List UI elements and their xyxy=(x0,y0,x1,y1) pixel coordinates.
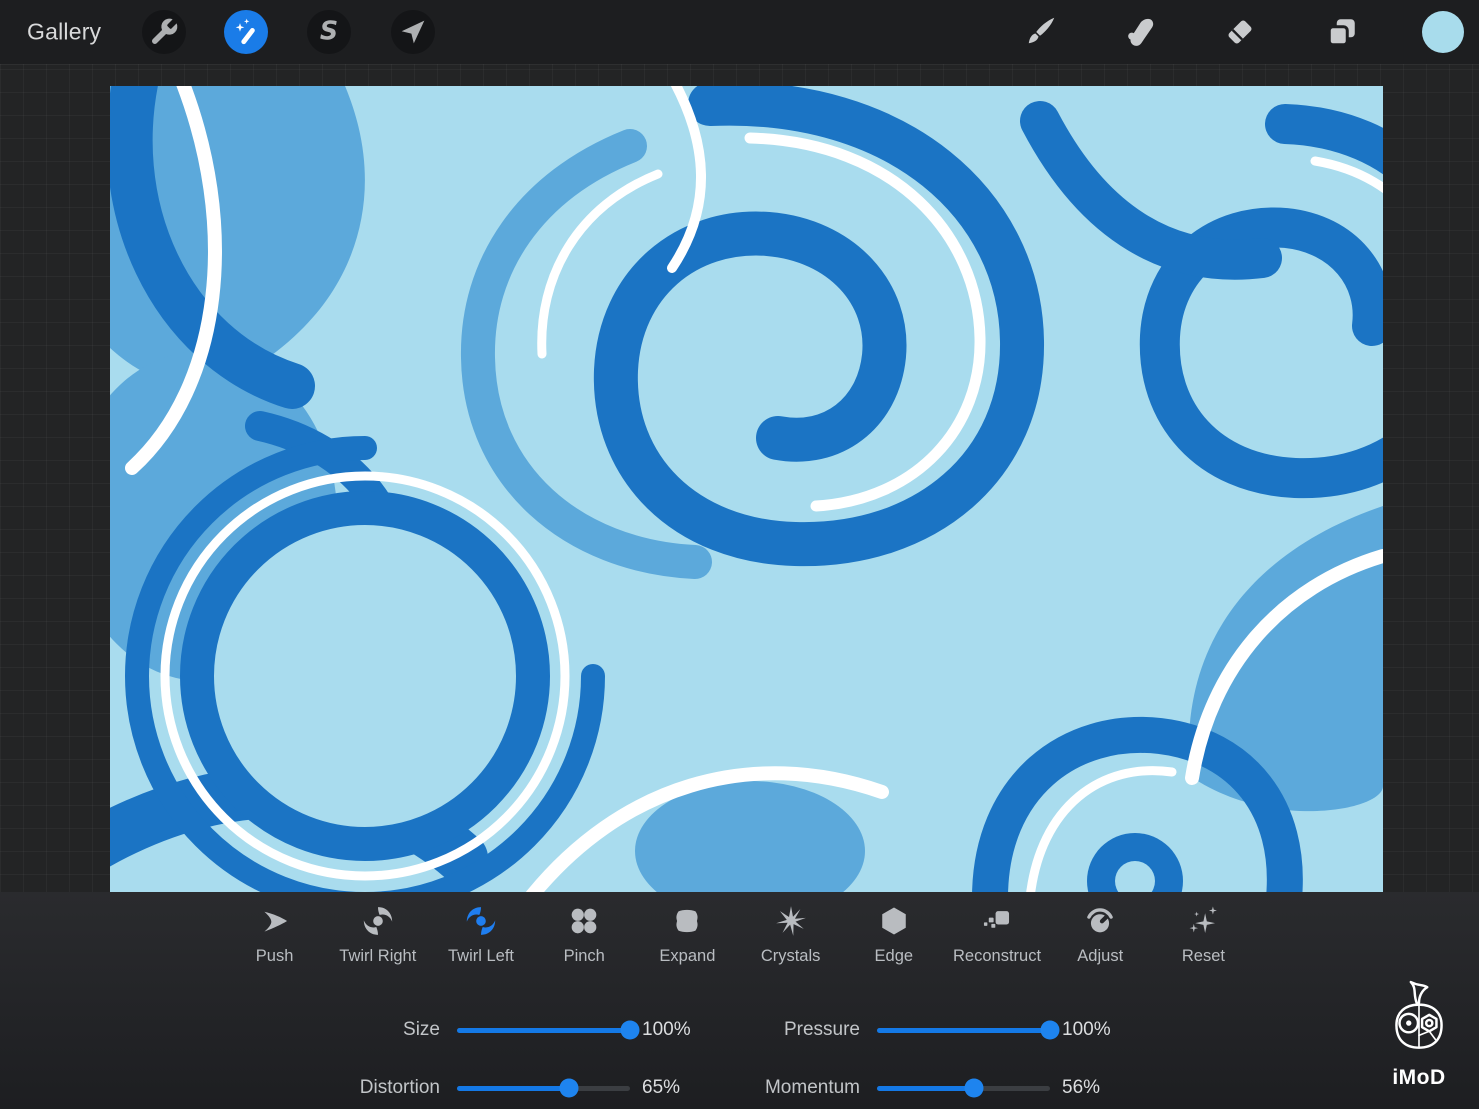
liquify-mode-push[interactable]: Push xyxy=(223,904,326,966)
gallery-button[interactable]: Gallery xyxy=(27,19,101,46)
twirl-left-icon xyxy=(464,904,498,938)
mode-label: Edge xyxy=(875,947,914,966)
slider-label: Momentum xyxy=(660,1077,860,1099)
momentum-slider-track[interactable] xyxy=(877,1086,1050,1091)
slider-fill xyxy=(457,1028,630,1033)
eraser-tool-button[interactable] xyxy=(1222,14,1258,50)
liquify-mode-adjust[interactable]: Adjust xyxy=(1049,904,1152,966)
slider-fill xyxy=(457,1086,569,1091)
mode-label: Pinch xyxy=(564,947,605,966)
size-slider-track[interactable] xyxy=(457,1028,630,1033)
smudge-tool-button[interactable] xyxy=(1121,14,1157,50)
canvas[interactable] xyxy=(110,86,1383,892)
liquify-mode-twirl-left[interactable]: Twirl Left xyxy=(429,904,532,966)
mode-label: Twirl Left xyxy=(448,947,514,966)
slider-fill xyxy=(877,1086,974,1091)
mode-label: Expand xyxy=(659,947,715,966)
liquify-mode-edge[interactable]: Edge xyxy=(842,904,945,966)
adjustments-button[interactable] xyxy=(224,10,268,54)
slider-value: 56% xyxy=(1062,1077,1124,1099)
mode-label: Push xyxy=(256,947,294,966)
distortion-slider-track[interactable] xyxy=(457,1086,630,1091)
svg-text:S: S xyxy=(320,16,338,45)
imod-owl-icon xyxy=(1387,980,1451,1060)
liquify-mode-row: Push Twirl Right xyxy=(223,904,1255,966)
slider-knob[interactable] xyxy=(1041,1021,1060,1040)
actions-button[interactable] xyxy=(142,10,186,54)
pressure-slider-track[interactable] xyxy=(877,1028,1050,1033)
expand-icon xyxy=(670,904,704,938)
layers-icon xyxy=(1324,14,1360,50)
crystals-icon xyxy=(774,904,808,938)
liquify-mode-expand[interactable]: Expand xyxy=(636,904,739,966)
selection-button[interactable]: S xyxy=(307,10,351,54)
layers-button[interactable] xyxy=(1324,14,1360,50)
edge-icon xyxy=(877,904,911,938)
mode-label: Crystals xyxy=(761,947,821,966)
push-icon xyxy=(258,904,292,938)
liquify-mode-reset[interactable]: Reset xyxy=(1152,904,1255,966)
distortion-slider: Distortion 65% xyxy=(240,1077,704,1099)
twirl-right-icon xyxy=(361,904,395,938)
transform-arrow-icon xyxy=(397,16,429,48)
liquify-mode-pinch[interactable]: Pinch xyxy=(533,904,636,966)
smudge-icon xyxy=(1121,14,1157,50)
transform-button[interactable] xyxy=(391,10,435,54)
liquify-panel: Push Twirl Right xyxy=(0,892,1479,1109)
size-slider: Size 100% xyxy=(240,1019,704,1041)
reconstruct-icon xyxy=(980,904,1014,938)
liquify-mode-reconstruct[interactable]: Reconstruct xyxy=(945,904,1048,966)
liquify-mode-crystals[interactable]: Crystals xyxy=(739,904,842,966)
pinch-icon xyxy=(567,904,601,938)
imod-watermark: iMoD xyxy=(1376,980,1462,1090)
procreate-app: Gallery S xyxy=(0,0,1479,1109)
adjust-icon xyxy=(1083,904,1117,938)
slider-label: Pressure xyxy=(660,1019,860,1041)
mode-label: Twirl Right xyxy=(339,947,416,966)
reset-icon xyxy=(1186,904,1220,938)
slider-fill xyxy=(877,1028,1050,1033)
top-toolbar: Gallery S xyxy=(0,0,1479,64)
slider-knob[interactable] xyxy=(964,1079,983,1098)
magic-wand-icon xyxy=(230,16,262,48)
pressure-slider: Pressure 100% xyxy=(660,1019,1124,1041)
selection-s-icon: S xyxy=(313,16,345,48)
slider-value: 100% xyxy=(1062,1019,1124,1041)
liquify-artwork xyxy=(110,86,1383,892)
mode-label: Reconstruct xyxy=(953,947,1041,966)
slider-label: Size xyxy=(240,1019,440,1041)
imod-watermark-text: iMoD xyxy=(1376,1066,1462,1090)
mode-label: Adjust xyxy=(1077,947,1123,966)
mode-label: Reset xyxy=(1182,947,1225,966)
momentum-slider: Momentum 56% xyxy=(660,1077,1124,1099)
slider-knob[interactable] xyxy=(621,1021,640,1040)
slider-knob[interactable] xyxy=(560,1079,579,1098)
wrench-icon xyxy=(148,16,180,48)
color-swatch[interactable] xyxy=(1422,11,1464,53)
eraser-icon xyxy=(1222,14,1258,50)
slider-label: Distortion xyxy=(240,1077,440,1099)
brush-tool-button[interactable] xyxy=(1022,14,1058,50)
paintbrush-icon xyxy=(1022,14,1058,50)
liquify-mode-twirl-right[interactable]: Twirl Right xyxy=(326,904,429,966)
